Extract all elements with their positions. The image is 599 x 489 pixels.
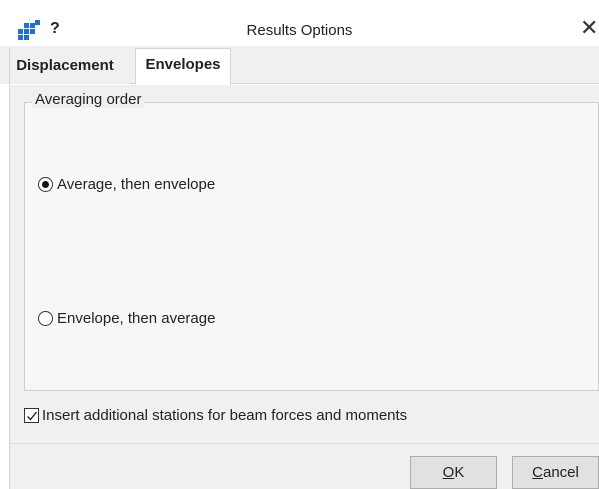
ok-mnemonic: O: [442, 464, 455, 481]
cancel-button[interactable]: Cancel: [512, 456, 599, 489]
close-icon[interactable]: ✕: [580, 15, 599, 41]
radio-label: Envelope, then average: [57, 310, 216, 327]
radio-average-then-envelope[interactable]: Average, then envelope: [38, 176, 215, 193]
checkmark-icon: [27, 411, 38, 421]
tab-bar: Displacement Envelopes: [0, 46, 599, 85]
tab-envelopes[interactable]: Envelopes: [135, 48, 231, 85]
radio-envelope-then-average[interactable]: Envelope, then average: [38, 310, 215, 327]
ok-button[interactable]: OK: [410, 456, 497, 489]
radio-label: Average, then envelope: [57, 176, 216, 193]
envelopes-panel: Averaging order Average, then envelope E…: [10, 85, 599, 443]
ok-label-rest: K: [454, 464, 465, 481]
insert-stations-label: Insert additional stations for beam forc…: [42, 407, 408, 424]
dialog-footer: [10, 444, 599, 489]
averaging-order-group: [24, 102, 599, 391]
insert-stations-checkbox[interactable]: [24, 408, 39, 423]
insert-stations-checkbox-row[interactable]: Insert additional stations for beam forc…: [24, 407, 407, 424]
window-title: Results Options: [246, 22, 353, 39]
title-bar: ? Results Options ✕: [0, 0, 599, 46]
radio-button-selected[interactable]: [38, 177, 53, 192]
averaging-order-legend: Averaging order: [32, 91, 145, 108]
cancel-mnemonic: C: [532, 464, 543, 481]
results-options-dialog: ? Results Options ✕ Displacement Envelop…: [0, 0, 599, 489]
radio-button[interactable]: [38, 311, 53, 326]
cancel-label-rest: ancel: [542, 464, 579, 481]
tab-displacement[interactable]: Displacement: [0, 50, 130, 84]
